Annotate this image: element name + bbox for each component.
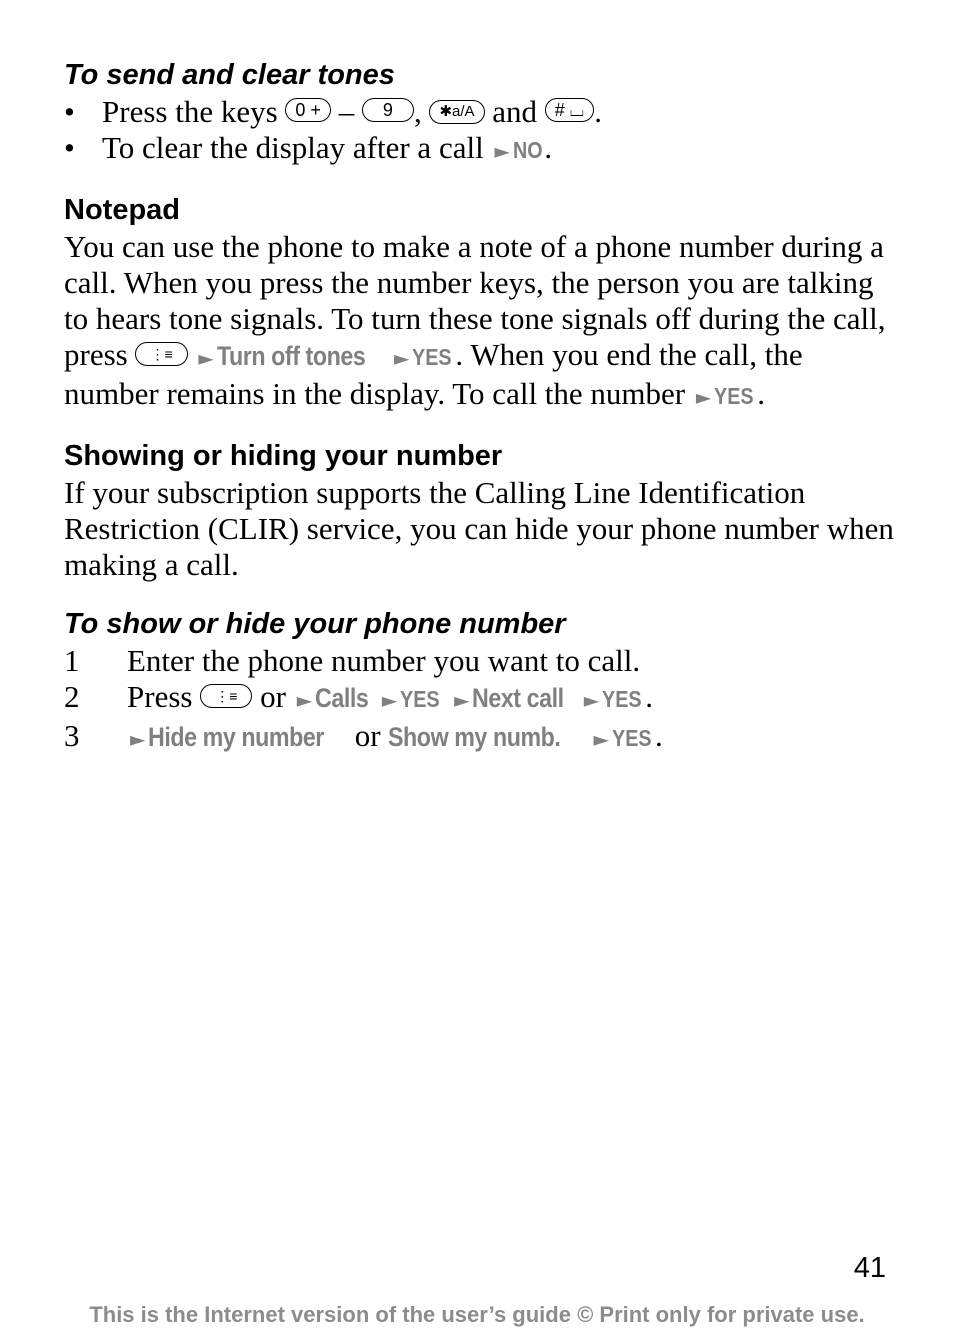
key-hash-icon: # ⌴ — [544, 98, 595, 122]
bullet-press-keys: • Press the keys 0 + – 9, ✱a/A and # ⌴. — [64, 94, 894, 130]
clir-paragraph: If your subscription supports the Callin… — [64, 475, 894, 582]
menu-yes: YES — [400, 686, 440, 712]
text: . — [594, 94, 602, 129]
menu-yes: YES — [412, 344, 452, 370]
arrow-icon: ► — [394, 346, 410, 370]
step-number: 1 — [64, 643, 80, 678]
arrow-icon: ► — [695, 385, 712, 409]
bullet-dot: • — [64, 94, 75, 129]
arrow-icon: ► — [454, 688, 470, 712]
key-star-icon: ✱a/A — [429, 100, 485, 124]
text: To clear the display after a call — [102, 130, 492, 165]
text: . — [544, 130, 553, 165]
page-content: To send and clear tones • Press the keys… — [64, 56, 894, 757]
text: or — [252, 679, 294, 714]
menu-next-call: Next call — [472, 683, 565, 713]
menu-yes: YES — [602, 686, 642, 712]
step-2: 2 Press ⋮≡ or ► Calls ► YES ► Next call ► YE… — [64, 679, 894, 718]
arrow-icon: ► — [381, 688, 398, 712]
text: Press — [127, 679, 201, 714]
footer-notice: This is the Internet version of the user… — [89, 1302, 865, 1327]
step-number: 2 — [64, 679, 80, 714]
arrow-icon: ► — [593, 727, 609, 751]
step-3: 3 ► Hide my number or Show my numb. ► YES. — [64, 718, 894, 757]
text: or — [346, 718, 389, 753]
arrow-icon: ► — [296, 688, 313, 712]
step-text: Enter the phone number you want to call. — [127, 643, 641, 678]
text: . — [654, 718, 663, 753]
menu-key-icon: ⋮≡ — [135, 342, 188, 366]
text: . — [757, 376, 766, 411]
menu-yes: YES — [611, 725, 652, 751]
arrow-icon: ► — [583, 688, 600, 712]
menu-yes: YES — [714, 383, 754, 409]
step-number: 3 — [64, 718, 80, 753]
arrow-icon: ► — [198, 346, 214, 370]
text: and — [484, 94, 545, 129]
text: Press the keys — [102, 94, 286, 129]
arrow-icon: ► — [130, 727, 146, 751]
bullet-dot: • — [64, 130, 75, 165]
step-1: 1 Enter the phone number you want to cal… — [64, 643, 894, 679]
menu-show-my-number: Show my numb. — [388, 722, 561, 752]
heading-send-tones: To send and clear tones — [64, 59, 395, 91]
menu-turn-off-tones: Turn off tones — [216, 341, 366, 371]
page-number: 41 — [853, 1252, 886, 1284]
bullet-clear-display: • To clear the display after a call ► NO. — [64, 130, 894, 169]
key-0-icon: 0 + — [285, 98, 331, 122]
heading-steps: To show or hide your phone number — [64, 608, 566, 640]
notepad-paragraph: You can use the phone to make a note of … — [64, 229, 894, 415]
text: , — [413, 94, 430, 129]
menu-no: NO — [512, 137, 543, 163]
menu-calls: Calls — [315, 683, 369, 713]
menu-hide-my-number: Hide my number — [148, 722, 325, 752]
menu-key-icon: ⋮≡ — [200, 684, 253, 708]
key-9-icon: 9 — [361, 98, 414, 122]
heading-show-hide: Showing or hiding your number — [64, 440, 503, 472]
heading-notepad: Notepad — [64, 194, 180, 226]
arrow-icon: ► — [494, 139, 510, 163]
text: . — [645, 679, 653, 714]
text: – — [330, 94, 362, 129]
